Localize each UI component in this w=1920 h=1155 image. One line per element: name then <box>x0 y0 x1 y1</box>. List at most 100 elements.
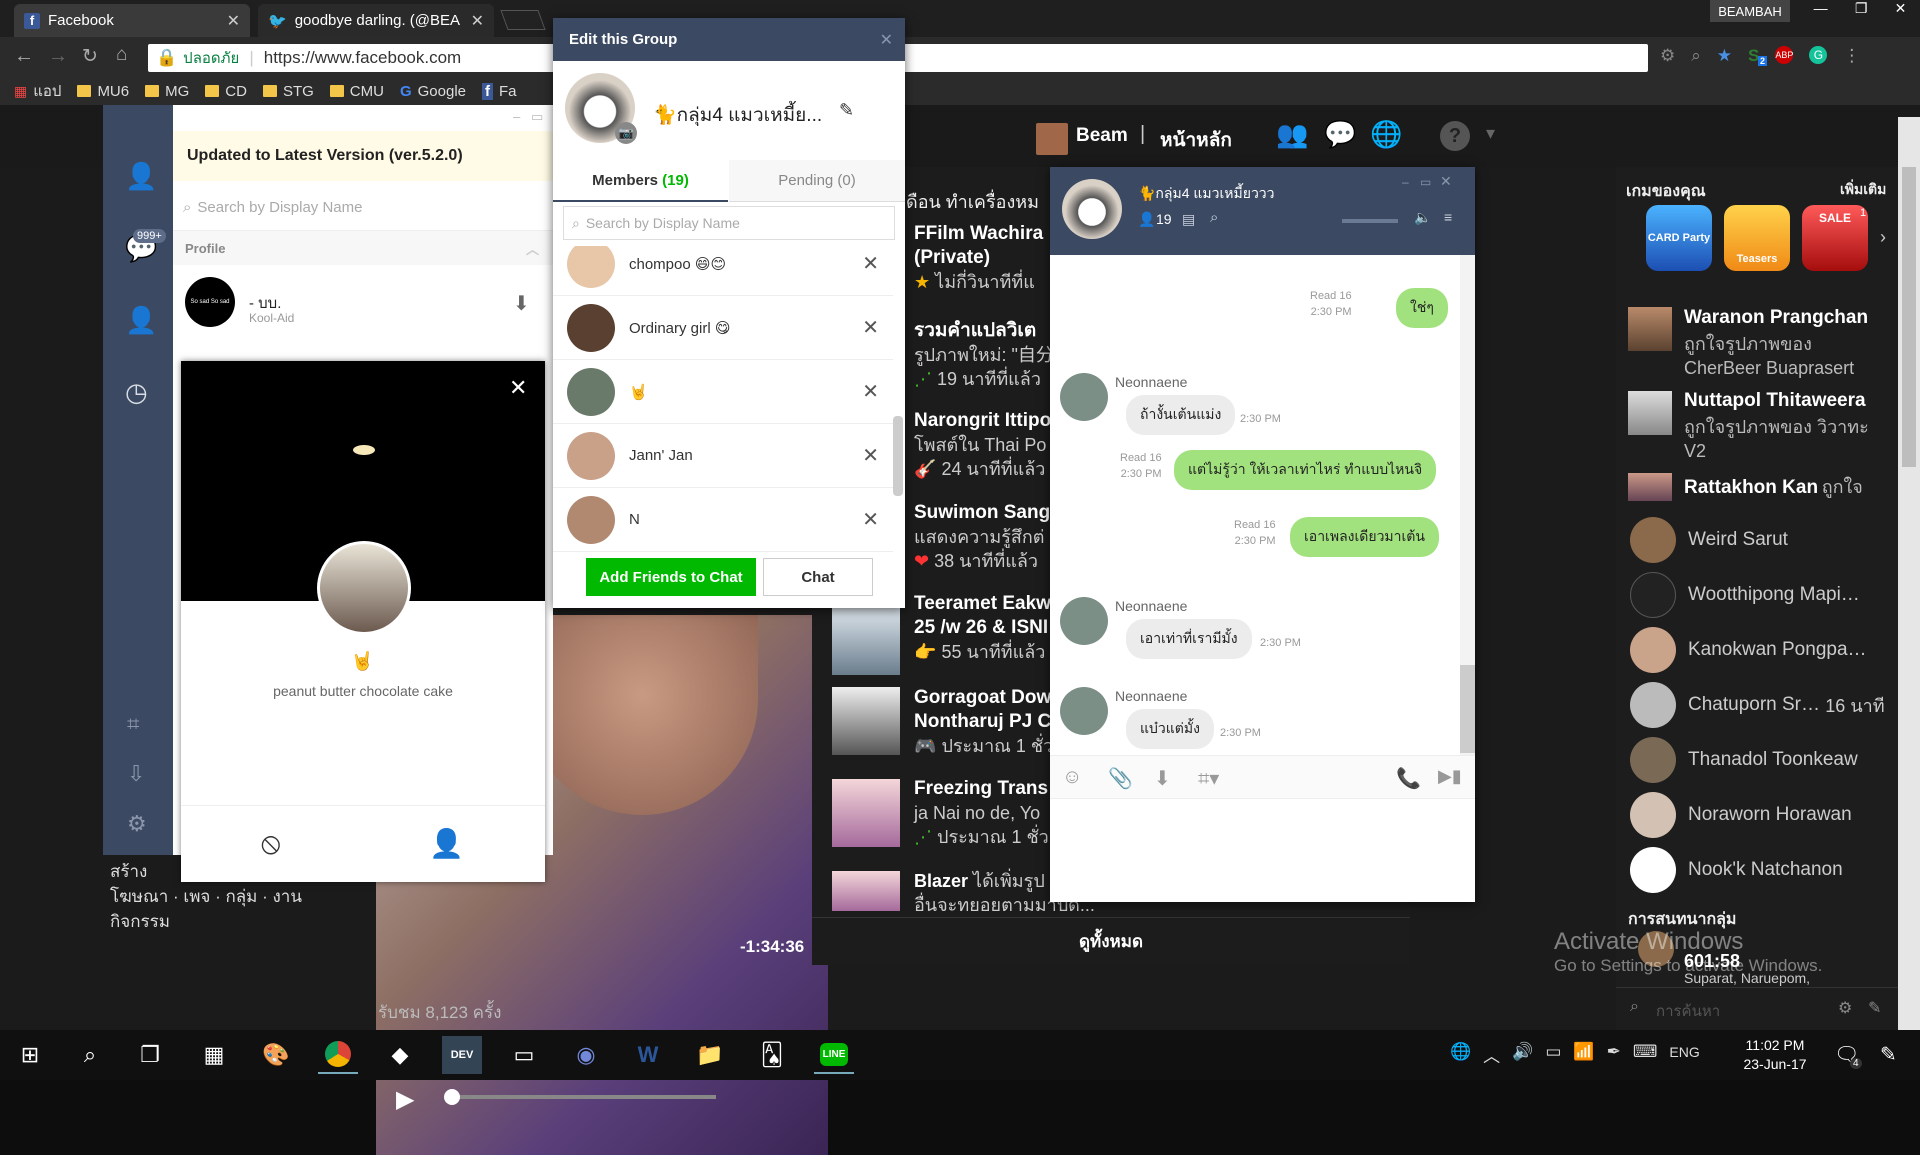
video-progress-track[interactable] <box>446 1095 716 1099</box>
message-bubble-mine[interactable]: แต่ไม่รู้ว่า ให้เวลาเท่าไหร่ ทำแบบไหนจิ <box>1174 450 1437 490</box>
ticker-item[interactable]: Waranon Prangchan ถูกใจรูปภาพของ CherBee… <box>1684 307 1914 379</box>
user-name-link[interactable]: Beam <box>1076 125 1128 147</box>
grammarly-icon[interactable]: G <box>1809 46 1828 64</box>
menu-kebab-icon[interactable]: ⋮ <box>1843 46 1860 66</box>
bookmark-folder[interactable]: CD <box>205 83 247 100</box>
member-search-input[interactable]: ⌕ Search by Display Name <box>563 206 895 240</box>
home-icon[interactable]: ⌂ <box>116 44 127 66</box>
tab-facebook[interactable]: f Facebook ✕ <box>14 4 250 37</box>
timeline-clock-icon[interactable]: ◷ <box>125 377 148 408</box>
update-banner[interactable]: Updated to Latest Version (ver.5.2.0) <box>173 131 553 181</box>
ticker-avatar[interactable] <box>1628 473 1672 501</box>
member-row[interactable]: Ordinary girl 😋 ✕ <box>553 296 893 360</box>
bookmark-facebook[interactable]: f Fa <box>482 82 517 100</box>
back-icon[interactable]: ← <box>14 45 34 68</box>
online-friend[interactable]: Wootthipong Mapi… <box>1630 568 1920 622</box>
volume-slider[interactable] <box>1342 219 1398 223</box>
tab-twitter[interactable]: 🐦 goodbye darling. (@BEA ✕ <box>258 4 494 37</box>
message-bubble-mine[interactable]: เอาเพลงเดียวมาเต้น <box>1290 517 1439 557</box>
scrollbar-thumb[interactable] <box>1460 665 1475 753</box>
help-icon[interactable]: ? <box>1440 121 1470 151</box>
online-friend[interactable]: Kanokwan Pongpa… <box>1630 623 1920 677</box>
member-row[interactable]: N ✕ <box>553 488 893 552</box>
online-friend[interactable]: Nook'k Natchanon <box>1630 843 1920 897</box>
scrollbar-thumb[interactable] <box>1902 167 1916 467</box>
game-sale[interactable]: SALE <box>1802 205 1868 271</box>
battery-icon[interactable]: ▭ <box>1545 1042 1561 1067</box>
speaker-icon[interactable]: 🔈 <box>1414 209 1431 226</box>
chevron-up-icon[interactable]: ︿ <box>1483 1042 1500 1067</box>
message-bubble-other[interactable]: ถ้างั้นเต้นแม่ง <box>1126 395 1236 435</box>
tab-members[interactable]: Members (19) <box>553 160 728 202</box>
app-icon[interactable]: ◆ <box>380 1036 420 1074</box>
tab-pending[interactable]: Pending (0) <box>729 160 905 202</box>
message-bubble-other[interactable]: แบ๋วแต่มั้ง <box>1126 709 1214 749</box>
close-tab-icon[interactable]: ✕ <box>227 11 240 31</box>
url-text[interactable]: https://www.facebook.com <box>264 48 461 68</box>
bookmark-apps[interactable]: ▦ แอป <box>14 79 61 103</box>
task-view-icon[interactable]: ❐ <box>130 1036 170 1074</box>
sender-avatar[interactable] <box>1060 597 1108 645</box>
calculator-icon[interactable]: ▦ <box>194 1036 234 1074</box>
maximize-icon[interactable]: ▭ <box>531 109 543 125</box>
menu-icon[interactable]: ≡ <box>1444 209 1452 225</box>
messenger-icon[interactable]: 💬 <box>1324 119 1356 150</box>
notifications-globe-icon[interactable]: 🌐 <box>1370 119 1402 150</box>
see-all-link[interactable]: ดูทั้งหมด <box>812 917 1410 965</box>
download-icon[interactable]: ⇩ <box>127 761 145 787</box>
online-friend[interactable]: Noraworn Horawan <box>1630 788 1920 842</box>
pencil-icon[interactable]: ✎ <box>839 100 854 121</box>
bookmark-folder[interactable]: MG <box>145 83 189 100</box>
online-friend[interactable]: Weird Sarut <box>1630 513 1920 567</box>
call-icon[interactable]: 📞 <box>1396 766 1421 791</box>
minimize-icon[interactable]: — <box>1814 0 1828 22</box>
online-friend[interactable]: Chatuporn Sr… 16 นาที <box>1630 678 1920 732</box>
create-links-2[interactable]: กิจกรรม <box>110 909 302 934</box>
word-icon[interactable]: W <box>628 1036 668 1074</box>
game-teasers[interactable]: Teasers <box>1724 205 1790 271</box>
start-windows-icon[interactable]: ⊞ <box>10 1036 50 1074</box>
home-link[interactable]: หน้าหลัก <box>1160 125 1232 155</box>
restore-icon[interactable]: ❐ <box>1855 0 1868 22</box>
message-bubble-other[interactable]: เอาเท่าที่เรามีมั้ง <box>1126 619 1252 659</box>
pen-icon[interactable]: ✒ <box>1607 1042 1621 1067</box>
chat-scrollbar[interactable] <box>1460 255 1475 755</box>
attach-icon[interactable]: 📎 <box>1108 766 1133 791</box>
sender-avatar[interactable] <box>1060 373 1108 421</box>
games-more-link[interactable]: เพิ่มเติม <box>1840 179 1886 201</box>
clock[interactable]: 11:02 PM 23-Jun-17 <box>1730 1036 1820 1074</box>
search-input[interactable]: ⌕ Search by Display Name <box>173 185 553 231</box>
close-icon[interactable]: ✕ <box>1440 173 1452 190</box>
bookmark-folder[interactable]: STG <box>262 83 314 100</box>
remove-member-icon[interactable]: ✕ <box>862 315 879 340</box>
discord-icon[interactable]: ◉ <box>566 1036 606 1074</box>
paint-icon[interactable]: 🎨 <box>256 1036 296 1074</box>
bookmark-star-icon[interactable]: ★ <box>1717 46 1732 66</box>
sender-avatar[interactable] <box>1060 687 1108 735</box>
close-window-icon[interactable]: ✕ <box>1895 0 1907 22</box>
pen-workspace-icon[interactable]: ✎ <box>1880 1042 1897 1067</box>
block-icon[interactable]: ⦸ <box>261 827 281 861</box>
close-tab-icon[interactable]: ✕ <box>471 11 484 31</box>
screenshot-crop-icon[interactable]: ⌗▾ <box>1198 766 1219 791</box>
add-friend-icon[interactable]: 👤 <box>125 305 157 336</box>
close-icon[interactable]: ✕ <box>509 375 527 401</box>
member-row[interactable]: Jann' Jan ✕ <box>553 424 893 488</box>
online-friend[interactable]: Thanadol Toonkeaw <box>1630 733 1920 787</box>
ticker-avatar[interactable] <box>1628 391 1672 435</box>
ext-s-icon[interactable]: S2 <box>1748 46 1768 66</box>
puzzle-icon[interactable]: ⚙ <box>1660 46 1675 66</box>
keep-icon[interactable]: ⬇ <box>513 291 530 316</box>
remove-member-icon[interactable]: ✕ <box>862 507 879 532</box>
message-bubble-mine[interactable]: ใช่ๆ <box>1396 288 1448 328</box>
profile-badge[interactable]: BEAMBAH <box>1710 0 1790 22</box>
chat-button[interactable]: Chat <box>763 558 873 596</box>
page-scrollbar[interactable] <box>1898 117 1920 1030</box>
create-links[interactable]: โฆษณา · เพจ · กลุ่ม · งาน <box>110 884 302 909</box>
chevron-right-icon[interactable]: › <box>1880 227 1886 248</box>
chevron-up-icon[interactable]: ︿ <box>526 239 539 258</box>
search-icon[interactable]: ⌕ <box>70 1036 110 1074</box>
crop-icon[interactable]: ⌗ <box>127 711 139 737</box>
ticker-avatar[interactable] <box>1628 307 1672 351</box>
solitaire-icon[interactable]: 🂡 <box>752 1036 792 1074</box>
